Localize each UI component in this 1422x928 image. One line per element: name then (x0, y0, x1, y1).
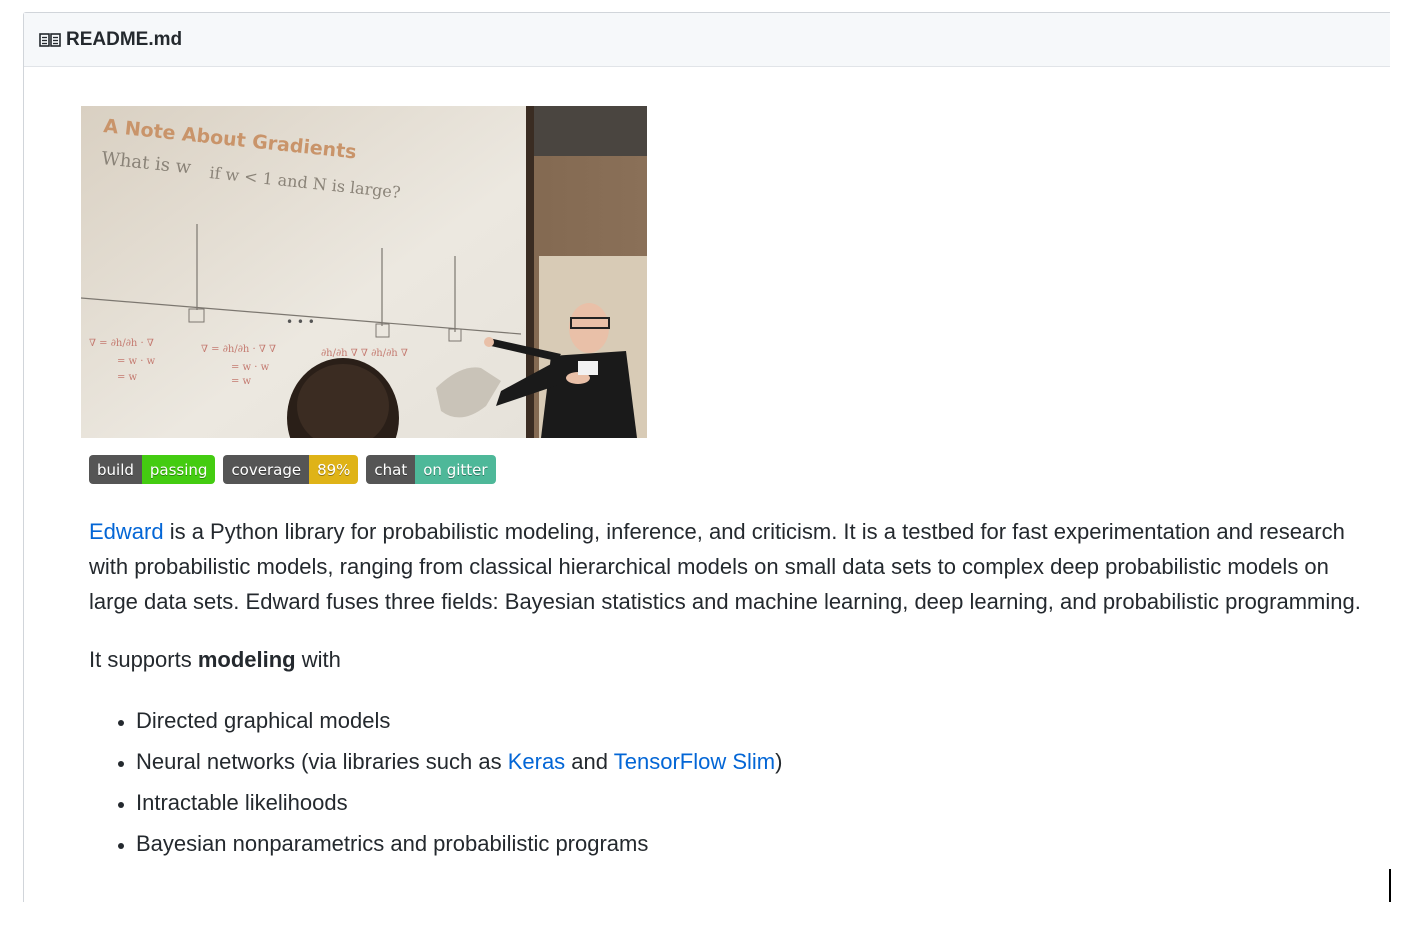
badge-label: build (89, 455, 142, 484)
keras-link[interactable]: Keras (508, 749, 565, 774)
readme-body: Edward is a Python library for probabili… (89, 514, 1379, 864)
svg-text:= w · w: = w · w (117, 356, 156, 367)
coverage-badge[interactable]: coverage 89% (223, 455, 359, 484)
list-item-text: ) (775, 749, 783, 774)
readme-panel: README.md A Note About Gradients What is… (23, 12, 1390, 902)
badge-value: passing (141, 455, 216, 484)
badge-value: on gitter (415, 455, 496, 484)
list-item-text: and (565, 749, 614, 774)
list-item: Bayesian nonparametrics and probabilisti… (136, 823, 1379, 864)
text-cursor (1389, 869, 1391, 902)
intro-paragraph: Edward is a Python library for probabili… (89, 514, 1379, 619)
supports-prefix: It supports (89, 647, 198, 672)
svg-text:∇ = ∂h/∂h · ∇: ∇ = ∂h/∂h · ∇ (89, 338, 154, 349)
gitter-chat-badge[interactable]: chat on gitter (366, 455, 496, 484)
modeling-list: Directed graphical models Neural network… (89, 700, 1379, 864)
badge-label: chat (366, 455, 416, 484)
list-item-text: Directed graphical models (136, 708, 391, 733)
book-icon (39, 32, 61, 47)
svg-text:• • •: • • • (286, 315, 315, 329)
list-item: Directed graphical models (136, 700, 1379, 741)
readme-header: README.md (24, 13, 1390, 67)
badges: build passing coverage 89% chat on gitte… (89, 455, 496, 484)
supports-line: It supports modeling with (89, 642, 1379, 677)
intro-text: is a Python library for probabilistic mo… (89, 519, 1361, 614)
build-badge[interactable]: build passing (89, 455, 216, 484)
list-item: Neural networks (via libraries such as K… (136, 741, 1379, 782)
list-item-text: Bayesian nonparametrics and probabilisti… (136, 831, 649, 856)
supports-bold: modeling (197, 647, 296, 672)
edward-link[interactable]: Edward (89, 519, 164, 544)
svg-text:= w: = w (231, 376, 252, 387)
svg-text:= w: = w (117, 372, 138, 383)
svg-text:= w · w: = w · w (231, 362, 270, 373)
readme-title[interactable]: README.md (66, 29, 182, 51)
supports-suffix: with (295, 647, 341, 672)
svg-text:∂h/∂h ∇ ∇ ∂h/∂h ∇: ∂h/∂h ∇ ∇ ∂h/∂h ∇ (321, 348, 408, 359)
list-item: Intractable likelihoods (136, 782, 1379, 823)
svg-text:∇ = ∂h/∂h · ∇ ∇: ∇ = ∂h/∂h · ∇ ∇ (201, 344, 276, 355)
lecture-photo[interactable]: A Note About Gradients What is w if w < … (81, 106, 647, 438)
badge-value: 89% (309, 455, 359, 484)
list-item-text: Intractable likelihoods (136, 790, 348, 815)
badge-label: coverage (223, 455, 310, 484)
list-item-text: Neural networks (via libraries such as (136, 749, 508, 774)
tensorflow-slim-link[interactable]: TensorFlow Slim (614, 749, 775, 774)
